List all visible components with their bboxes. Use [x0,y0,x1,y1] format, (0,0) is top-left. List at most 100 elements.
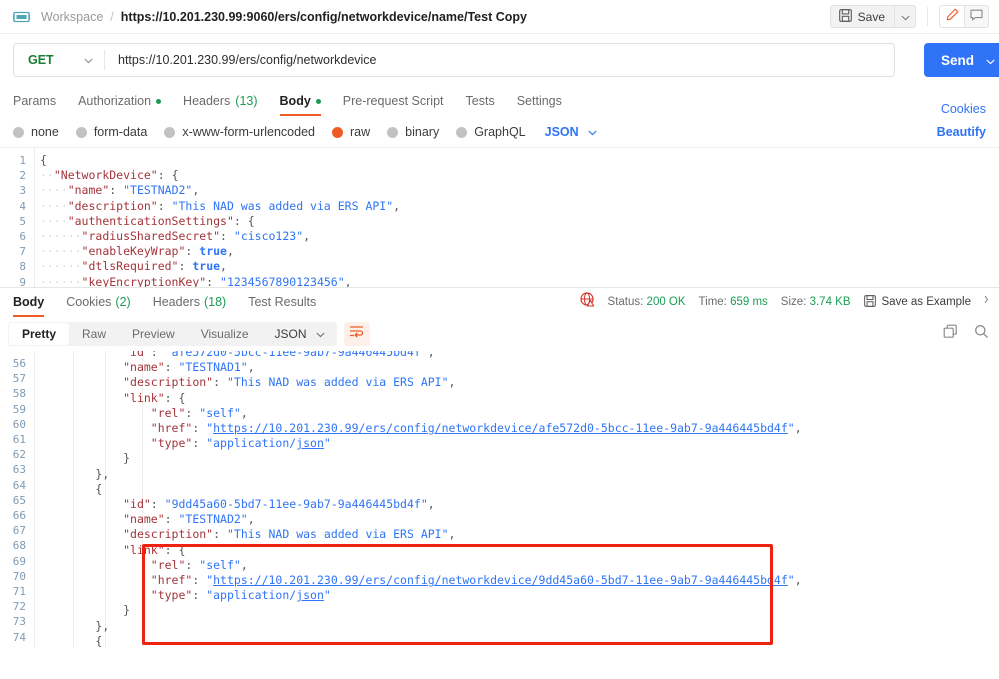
view-mode-visualize[interactable]: Visualize [188,323,262,345]
edit-request-button[interactable] [939,5,964,28]
copy-button[interactable] [943,324,958,344]
code-line: ······"dtlsRequired": true, [40,259,227,274]
line-number: 68 [12,539,26,553]
request-url-row: GET Send [0,34,999,86]
url-input[interactable] [105,44,894,76]
body-type-label: binary [405,125,440,139]
body-type-label: raw [350,125,371,139]
request-line-numbers: 1234567891011 [0,148,34,287]
time-label: Time: [698,296,727,308]
status-value: 200 OK [646,296,686,308]
globe-warning-icon[interactable] [579,292,595,312]
tab-label: Headers [152,295,200,309]
response-tab-headers[interactable]: Headers (18) [153,288,226,317]
chevron-down-icon [986,53,995,68]
time-badge: Time: 659 ms [699,296,768,308]
save-button-label: Save [857,9,885,24]
tab-label: Settings [516,94,562,108]
view-mode-preview[interactable]: Preview [119,323,188,345]
view-mode-pretty[interactable]: Pretty [9,322,70,345]
radio-icon-selected [332,126,343,138]
code-line: }, [95,618,110,633]
body-type-x-www-form-urlencoded[interactable]: x-www-form-urlencoded [164,125,315,139]
save-as-example-button[interactable]: Save as Example [863,294,972,310]
send-button[interactable]: Send [923,43,999,77]
line-number: 57 [12,372,26,386]
modified-dot-icon [156,98,162,104]
code-line: "id": "afe572d0-5bcc-11ee-9ab7-9a446445b… [123,351,435,359]
line-number: 58 [12,387,26,401]
response-format-label: JSON [274,326,307,341]
tab-tests[interactable]: Tests [455,86,506,116]
body-format-selector[interactable]: JSON [545,125,597,139]
request-body-code[interactable]: {··"NetworkDevice": {····"name": "TESTNA… [40,153,999,287]
radio-icon [75,126,87,138]
line-number: 62 [12,448,26,462]
breadcrumb-current-request[interactable]: https://10.201.230.99:9060/ers/config/ne… [121,10,527,24]
response-tab-cookies[interactable]: Cookies (2) [66,288,130,317]
more-actions-icon[interactable] [984,293,989,311]
radio-icon [387,126,399,138]
line-number: 2 [19,169,26,183]
code-line: ······"enableKeyWrap": true, [40,244,234,259]
send-button-label: Send [940,52,974,68]
body-format-label: JSON [544,125,579,139]
save-icon [838,8,852,25]
send-button-holder: Send [908,43,999,77]
tab-settings[interactable]: Settings [506,86,573,116]
code-line: ··"NetworkDevice": { [40,168,179,183]
code-line: "link": { [123,542,186,557]
tab-body[interactable]: Body [269,86,332,116]
body-type-none[interactable]: none [13,125,59,139]
response-format-selector[interactable]: JSON [262,323,336,345]
code-line: ····"name": "TESTNAD2", [40,183,200,198]
http-method-selector[interactable]: GET [14,44,104,76]
tab-label: Headers [183,94,231,108]
comments-button[interactable] [964,5,989,28]
response-body-viewer[interactable]: 56 57585960 6162636465 6667686970 7172737475… [0,351,999,647]
code-line: "type": "application/json" [150,588,331,603]
code-line: { [40,153,47,167]
request-body-editor[interactable]: 1234567891011 {··"NetworkDevice": {····"… [0,147,999,287]
line-number: 65 [12,493,26,507]
body-type-form-data[interactable]: form-data [75,125,147,139]
save-as-example-label: Save as Example [881,296,972,308]
tab-pre-request-script[interactable]: Pre-request Script [332,86,455,116]
tab-headers[interactable]: Headers (13) [172,86,268,116]
response-toolbar: Pretty Raw Preview Visualize JSON [0,316,999,351]
code-line: } [123,451,131,466]
line-number: 66 [12,509,26,523]
response-body-code[interactable]: "id": "afe572d0-5bcc-11ee-9ab7-9a446445b… [40,351,999,647]
code-line: ······"keyEncryptionKey": "1234567890123… [40,274,352,287]
code-line: ····"authenticationSettings": { [40,213,255,228]
line-number: 1 [19,154,26,167]
tab-count: (2) [115,295,131,309]
tab-label: Test Results [248,295,317,309]
body-type-binary[interactable]: binary [387,125,439,139]
tab-params[interactable]: Params [13,86,67,116]
cookies-link[interactable]: Cookies [941,102,986,116]
tab-authorization[interactable]: Authorization [67,86,172,116]
url-bar: GET [13,43,895,77]
beautify-button[interactable]: Beautify [937,125,986,139]
code-line: "description": "This NAD was added via E… [123,527,456,542]
body-type-raw[interactable]: raw [332,125,370,139]
search-button[interactable] [974,324,989,344]
line-number: 56 [12,357,26,370]
save-options-dropdown[interactable] [894,5,916,28]
save-icon [863,294,876,310]
body-type-graphql[interactable]: GraphQL [456,125,526,139]
wrap-lines-button[interactable] [343,321,370,346]
top-breadcrumb-bar: Workspace / https://10.201.230.99:9060/e… [0,0,999,34]
response-toolbar-actions [943,324,989,344]
response-tab-test-results[interactable]: Test Results [248,288,316,317]
breadcrumb-workspace[interactable]: Workspace [41,10,103,24]
tab-label: Cookies [66,295,112,309]
view-mode-raw[interactable]: Raw [69,323,119,345]
radio-icon [456,126,468,138]
response-tab-body[interactable]: Body [13,288,45,317]
tab-label: Pre-request Script [342,94,444,108]
code-line: ····"description": "This NAD was added v… [40,198,401,213]
save-button[interactable]: Save [829,5,894,28]
code-line: "name": "TESTNAD1", [123,360,255,375]
